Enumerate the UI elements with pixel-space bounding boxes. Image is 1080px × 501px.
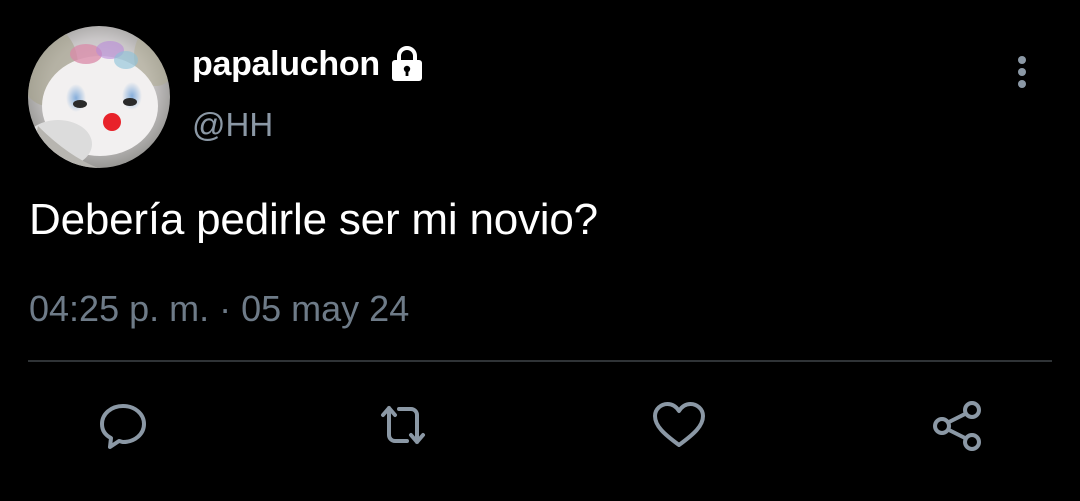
- clown-cat-avatar: [28, 26, 170, 168]
- retweet-icon: [381, 406, 425, 444]
- like-button[interactable]: [649, 395, 709, 455]
- display-name[interactable]: papaluchon: [192, 45, 380, 84]
- tweet-text: Debería pedirle ser mi novio?: [29, 195, 598, 244]
- author-handle[interactable]: @HH: [192, 106, 273, 144]
- tweet-timestamp[interactable]: 04:25 p. m. · 05 may 24: [29, 288, 409, 330]
- timestamp-separator: ·: [219, 288, 232, 329]
- reply-button[interactable]: [93, 395, 153, 455]
- action-bar: [0, 395, 1080, 465]
- tweet-time: 04:25 p. m.: [29, 288, 210, 329]
- avatar[interactable]: [28, 26, 170, 168]
- tweet-date: 05 may 24: [241, 288, 410, 329]
- share-icon: [933, 401, 981, 451]
- heart-icon: [653, 402, 705, 447]
- retweet-button[interactable]: [373, 395, 433, 455]
- more-vertical-icon[interactable]: [1008, 54, 1036, 92]
- lock-icon: [388, 45, 426, 83]
- divider: [28, 360, 1052, 362]
- share-button[interactable]: [927, 395, 987, 455]
- author-name-row: papaluchon: [192, 44, 426, 84]
- reply-icon: [100, 404, 146, 449]
